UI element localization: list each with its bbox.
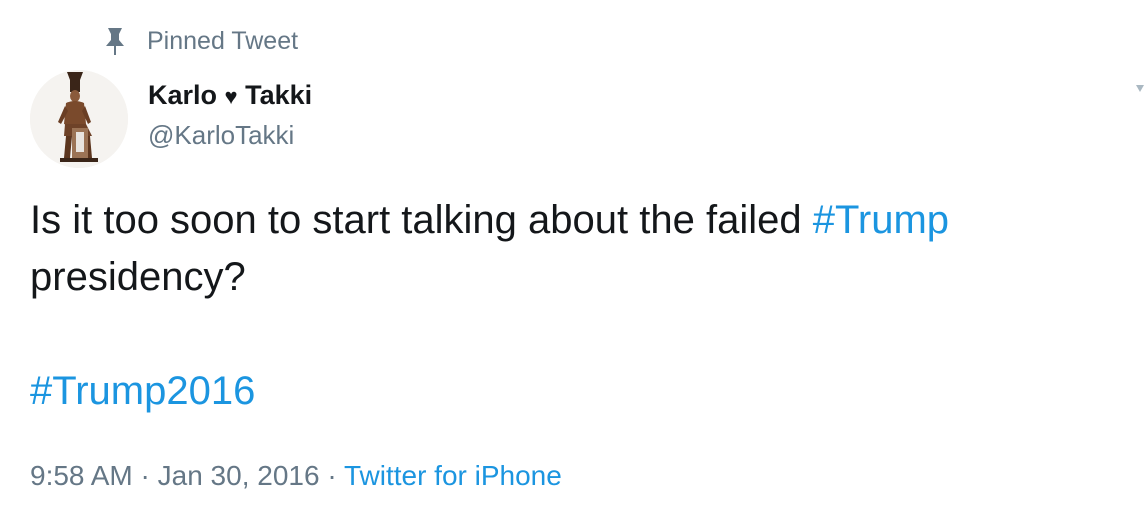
pinned-tweet-indicator: Pinned Tweet (104, 24, 298, 58)
hashtag-trump2016-link[interactable]: #Trump2016 (30, 369, 255, 413)
tweet-text-line1: Is it too soon to start talking about th… (30, 198, 813, 242)
avatar[interactable] (30, 70, 128, 168)
tweet-line-3: #Trump2016 (30, 363, 1130, 420)
chevron-down-icon[interactable] (1136, 82, 1144, 94)
tweet-source-link[interactable]: Twitter for iPhone (344, 460, 562, 491)
tweet-line-1: Is it too soon to start talking about th… (30, 192, 1130, 249)
pin-icon (104, 26, 126, 56)
author-first-name: Karlo (148, 80, 218, 110)
heart-icon: ♥ (224, 84, 238, 109)
tweet-date[interactable]: Jan 30, 2016 (158, 460, 320, 491)
author-last-name: Takki (245, 80, 313, 110)
author-handle[interactable]: @KarloTakki (148, 120, 294, 151)
pinned-tweet-label: Pinned Tweet (147, 26, 299, 55)
hashtag-trump-link[interactable]: #Trump (813, 198, 949, 242)
meta-separator: · (319, 460, 344, 491)
tweet-spacer (30, 306, 1130, 363)
tweet-text: Is it too soon to start talking about th… (30, 192, 1130, 420)
author-name[interactable]: Karlo ♥ Takki (148, 80, 312, 111)
tweet-time[interactable]: 9:58 AM (30, 460, 133, 491)
tweet-metadata: 9:58 AM · Jan 30, 2016 · Twitter for iPh… (30, 460, 562, 492)
tweet-line-2: presidency? (30, 255, 246, 299)
meta-separator: · (132, 460, 158, 491)
